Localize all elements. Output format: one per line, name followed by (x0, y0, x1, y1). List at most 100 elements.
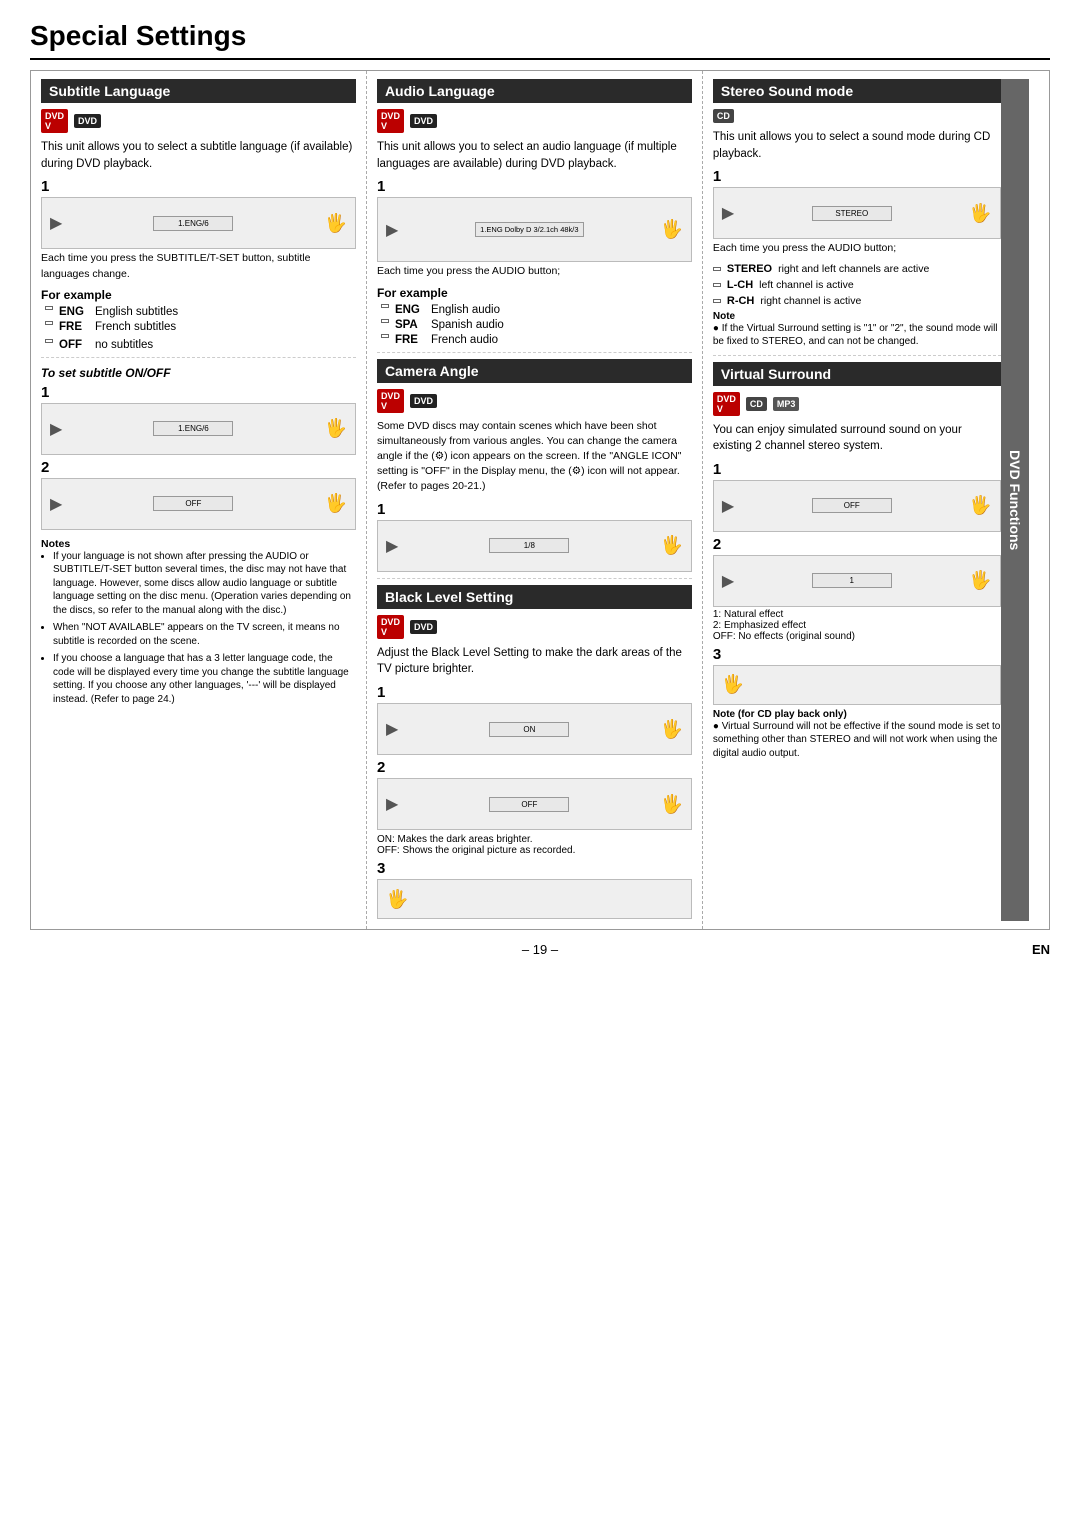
black-dvd-icon: DVD (410, 620, 437, 634)
virtual-step3-img: 🖐 (713, 665, 1001, 705)
camera-dvdv-icon: DVDV (377, 389, 404, 413)
virtual-note-title: Note (for CD play back only) (713, 709, 1001, 720)
stereo-stereo-desc: right and left channels are active (778, 263, 929, 275)
page-number: – 19 – (522, 942, 558, 957)
virtual-hand-icon-2: 🖐 (969, 570, 991, 591)
audio-example-spa: SPA Spanish audio (381, 319, 692, 331)
black-step2-num: 2 (377, 759, 692, 776)
camera-icons: DVDV DVD (377, 389, 692, 413)
subtitle-icons: DVDV DVD (41, 109, 356, 133)
note-2: When "NOT AVAILABLE" appears on the TV s… (53, 621, 356, 648)
eng-desc: English subtitles (95, 306, 178, 318)
black-play-icon: ▶ (386, 719, 398, 739)
hand-icon-2: 🖐 (325, 418, 347, 439)
stereo-lch-code: L-CH (727, 279, 753, 291)
camera-angle-desc: Some DVD discs may contain scenes which … (377, 419, 692, 495)
audio-examples: ENG English audio SPA Spanish audio FRE … (381, 304, 692, 346)
virtual-surround-header: Virtual Surround (713, 362, 1001, 386)
virtual-icons: DVDV CD MP3 (713, 392, 1001, 416)
step1-num: 1 (41, 178, 356, 195)
stereo-cd-icon: CD (713, 109, 734, 123)
fre-badge (45, 321, 53, 325)
black-step2-img: ▶ OFF 🖐 (377, 778, 692, 830)
notes-title: Notes (41, 538, 70, 550)
audio-dvd-icon: DVD (410, 114, 437, 128)
subtitle-examples: ENG English subtitles FRE French subtitl… (45, 306, 356, 351)
black-step1-img: ▶ ON 🖐 (377, 703, 692, 755)
virtual-play-icon-2: ▶ (722, 571, 734, 591)
step1-block: 1 ▶ 1.ENG/6 🖐 Each time you press the SU… (41, 178, 356, 281)
stereo-icons: CD (713, 109, 1001, 123)
eng-badge (45, 306, 53, 310)
stereo-lch-desc: left channel is active (759, 279, 854, 291)
step1b-img: ▶ 1.ENG/6 🖐 (41, 403, 356, 455)
virtual-caption3: OFF: No effects (original sound) (713, 631, 1001, 642)
step1-img: ▶ 1.ENG/6 🖐 (41, 197, 356, 249)
col-audio-language: Audio Language DVDV DVD This unit allows… (367, 71, 703, 929)
camera-hand-icon: 🖐 (660, 535, 682, 556)
camera-play-icon: ▶ (386, 536, 398, 556)
virtual-play-icon: ▶ (722, 496, 734, 516)
virtual-step1-num: 1 (713, 461, 1001, 478)
fre-code: FRE (59, 321, 89, 333)
example-fre: FRE French subtitles (45, 321, 356, 333)
virtual-step2-screen: 1 (812, 573, 892, 588)
black-level-desc: Adjust the Black Level Setting to make t… (377, 645, 692, 678)
stereo-rch-badge (713, 299, 721, 303)
audio-spa-badge (381, 319, 389, 323)
stereo-rch-desc: right channel is active (760, 295, 861, 307)
audio-language-section: Audio Language DVDV DVD This unit allows… (377, 79, 692, 346)
virtual-dvdv-icon: DVDV (713, 392, 740, 416)
virtual-surround-desc: You can enjoy simulated surround sound o… (713, 422, 1001, 455)
play-icon-2: ▶ (50, 419, 62, 439)
audio-language-header: Audio Language (377, 79, 692, 103)
stereo-play-icon: ▶ (722, 203, 734, 223)
virtual-hand-icon-3: 🖐 (722, 674, 744, 695)
col3-inner: Stereo Sound mode CD This unit allows yo… (713, 79, 1001, 921)
black-level-icons: DVDV DVD (377, 615, 692, 639)
stereo-ex-stereo: STEREO right and left channels are activ… (713, 263, 1001, 275)
audio-example-eng: ENG English audio (381, 304, 692, 316)
virtual-step3-num: 3 (713, 646, 1001, 663)
stereo-step1-img: ▶ STEREO 🖐 (713, 187, 1001, 239)
play-icon-3: ▶ (50, 494, 62, 514)
black-step3-img: 🖐 (377, 879, 692, 919)
black-caption2: OFF: Shows the original picture as recor… (377, 845, 692, 856)
stereo-hand-icon: 🖐 (969, 203, 991, 224)
black-level-section: Black Level Setting DVDV DVD Adjust the … (377, 585, 692, 919)
stereo-note-body: ● If the Virtual Surround setting is "1"… (713, 322, 1001, 349)
subtitle-language-desc: This unit allows you to select a subtitl… (41, 139, 356, 172)
audio-fre-code: FRE (395, 334, 425, 346)
notes-section: Notes If your language is not shown afte… (41, 538, 356, 707)
step1-screen: 1.ENG/6 (153, 216, 233, 231)
subtitle-language-section: Subtitle Language DVDV DVD This unit all… (41, 79, 356, 351)
step2b-num: 2 (41, 459, 356, 476)
bottom-bar: – 19 – EN (30, 942, 1050, 957)
audio-step1-img: ▶ 1.ENG Dolby D 3/2.1ch 48k/3 🖐 (377, 197, 692, 262)
step1-caption: Each time you press the SUBTITLE/T-SET b… (41, 251, 356, 281)
audio-icons: DVDV DVD (377, 109, 692, 133)
audio-fre-desc: French audio (431, 334, 498, 346)
virtual-step2-img: ▶ 1 🖐 (713, 555, 1001, 607)
fre-desc: French subtitles (95, 321, 176, 333)
virtual-surround-section: Virtual Surround DVDV CD MP3 You can enj… (713, 362, 1001, 761)
audio-eng-badge (381, 304, 389, 308)
virtual-step2-num: 2 (713, 536, 1001, 553)
camera-dvd-icon: DVD (410, 394, 437, 408)
note-1: If your language is not shown after pres… (53, 550, 356, 618)
audio-step1-num: 1 (377, 178, 692, 195)
black-step1-screen: ON (489, 722, 569, 737)
stereo-sound-section: Stereo Sound mode CD This unit allows yo… (713, 79, 1001, 349)
stereo-rch-code: R-CH (727, 295, 755, 307)
stereo-lch-badge (713, 283, 721, 287)
note-3: If you choose a language that has a 3 le… (53, 652, 356, 706)
virtual-cd-icon: CD (746, 397, 767, 411)
virtual-mp3-icon: MP3 (773, 397, 800, 411)
audio-spa-code: SPA (395, 319, 425, 331)
stereo-step1-num: 1 (713, 168, 1001, 185)
stereo-step1-screen: STEREO (812, 206, 892, 221)
example-eng: ENG English subtitles (45, 306, 356, 318)
virtual-step1-img: ▶ OFF 🖐 (713, 480, 1001, 532)
stereo-note-title: Note (713, 311, 1001, 322)
dvd-functions-tab: DVD Functions (1001, 79, 1029, 921)
